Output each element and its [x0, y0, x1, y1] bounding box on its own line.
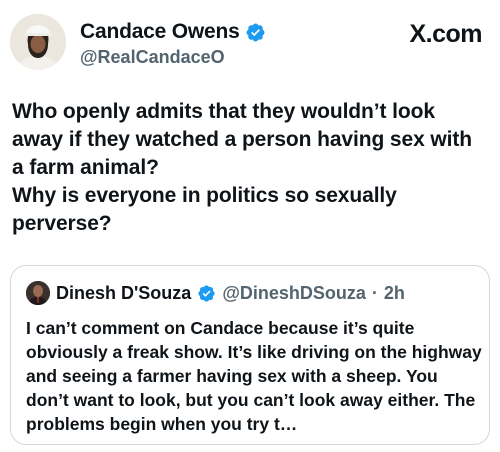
quoted-handle: @DineshDSouza — [222, 282, 366, 303]
author-avatar-image — [10, 14, 66, 70]
tweet-header: Candace Owens @RealCandaceO X.com — [10, 14, 490, 72]
quoted-tweet[interactable]: Dinesh D'Souza @DineshDSouza · 2h I can’… — [10, 265, 490, 445]
quoted-tweet-text: I can’t comment on Candace because it’s … — [26, 318, 482, 434]
quoted-avatar-image — [26, 281, 50, 305]
author-name-row: Candace Owens — [80, 20, 266, 44]
quoted-author-avatar — [26, 281, 50, 305]
quoted-separator: · — [371, 282, 378, 303]
quoted-timestamp: 2h — [383, 282, 405, 303]
author-handle[interactable]: @RealCandaceO — [80, 47, 225, 68]
tweet-card: Candace Owens @RealCandaceO X.com Who op… — [0, 0, 500, 452]
author-avatar[interactable] — [10, 14, 66, 70]
tweet-line: Why is everyone in politics so sexually … — [12, 184, 397, 235]
tweet-line: Who openly admits that they wouldn’t loo… — [12, 100, 472, 179]
tweet-body: Who openly admits that they wouldn’t loo… — [12, 98, 488, 238]
verified-badge-icon — [198, 284, 215, 302]
x-logo[interactable]: X.com — [409, 20, 482, 49]
verified-badge-icon — [246, 23, 265, 41]
quoted-tweet-header: Dinesh D'Souza @DineshDSouza · 2h — [26, 280, 475, 306]
author-display-name[interactable]: Candace Owens — [80, 20, 240, 44]
quoted-display-name: Dinesh D'Souza — [56, 282, 192, 303]
